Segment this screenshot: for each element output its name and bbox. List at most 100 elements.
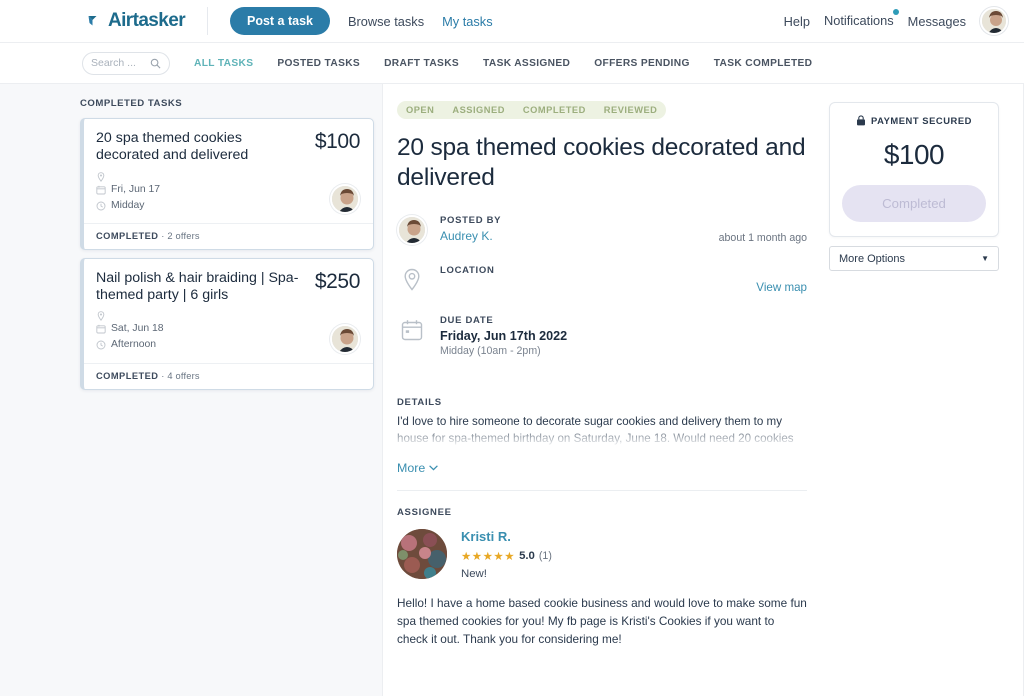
avatar-image [332,185,358,212]
task-detail-column: OPEN ASSIGNED COMPLETED REVIEWED 20 spa … [382,84,1024,696]
payment-secured-row: PAYMENT SECURED [842,115,986,126]
assignee-avatar[interactable] [397,529,447,580]
more-details-toggle[interactable]: More [397,461,439,476]
airtasker-logo-icon [88,16,97,26]
nav-browse-tasks[interactable]: Browse tasks [348,14,424,29]
poster-avatar [397,215,427,246]
task-card-status: COMPLETED [96,230,159,241]
post-a-task-button[interactable]: Post a task [229,7,330,35]
nav-my-tasks[interactable]: My tasks [442,14,492,29]
page-title: 20 spa themed cookies decorated and deli… [397,134,806,192]
assignee-new-badge: New! [461,568,487,581]
page-body: COMPLETED TASKS 20 spa themed cookies de… [0,84,1024,696]
logo-text: Airtasker [108,10,186,31]
tab-posted-tasks[interactable]: POSTED TASKS [277,58,360,69]
location-pin-icon [97,171,105,182]
task-card-price: $250 [314,269,361,293]
avatar-image [399,217,425,244]
details-section: DETAILS I'd love to hire someone to deco… [397,397,807,492]
assignee-main: Kristi R. ★★★★★ 5.0 (1) New! [461,529,807,580]
nav-notifications-label: Notifications [823,13,894,28]
task-list-item[interactable]: 20 spa themed cookies decorated and deli… [80,118,374,250]
nav-help[interactable]: Help [784,14,810,29]
due-date-value: Friday, Jun 17th 2022 [440,329,568,344]
more-options-select[interactable]: More Options ▼ [829,246,999,271]
due-date-main: DUE DATE Friday, Jun 17th 2022 Midday (1… [440,315,807,357]
details-text: I'd love to hire someone to decorate sug… [397,415,794,450]
task-progress-tracker: OPEN ASSIGNED COMPLETED REVIEWED [397,101,667,119]
payment-column: PAYMENT SECURED $100 Completed More Opti… [829,98,999,696]
header-right-group: Help Notifications Messages [784,7,1008,35]
due-date-row: DUE DATE Friday, Jun 17th 2022 Midday (1… [397,315,807,357]
chevron-down-icon: ▼ [981,254,989,263]
task-card-date-row: Fri, Jun 17 [96,182,309,198]
search-input[interactable]: Search ... [82,51,170,75]
task-filter-tabbar: Search ... ALL TASKS POSTED TASKS DRAFT … [0,43,1024,84]
task-card-time-row: Midday [96,198,309,214]
top-header: Airtasker Post a task Browse tasks My ta… [0,0,1024,43]
assignee-row: Kristi R. ★★★★★ 5.0 (1) New! [397,529,807,580]
location-icon-wrap [397,265,427,295]
task-card-main: 20 spa themed cookies decorated and deli… [96,130,309,214]
due-date-time: Midday (10am - 2pm) [440,345,541,358]
tab-task-completed[interactable]: TASK COMPLETED [714,58,813,69]
avatar-image [332,325,358,352]
task-card-avatar [330,183,360,214]
user-avatar[interactable] [980,7,1008,35]
location-main: LOCATION [440,265,756,279]
due-date-label: DUE DATE [440,315,494,327]
task-card-footer: COMPLETED · 2 offers [84,222,373,249]
more-details-label: More [397,461,426,476]
nav-notifications[interactable]: Notifications [823,9,899,30]
completed-button[interactable]: Completed [842,185,986,222]
clock-icon [96,340,106,350]
task-card-time-row: Afternoon [96,337,309,353]
location-row: LOCATION View map [397,265,807,295]
star-rating-icon: ★★★★★ [461,551,516,564]
tab-all-tasks[interactable]: ALL TASKS [194,58,253,69]
assignee-name-link[interactable]: Kristi R. [461,529,807,544]
tab-list: ALL TASKS POSTED TASKS DRAFT TASKS TASK … [194,58,812,69]
task-card-date: Sat, Jun 18 [111,323,164,335]
tab-task-assigned[interactable]: TASK ASSIGNED [483,58,570,69]
task-card-right: $100 [309,130,360,214]
poster-name-link[interactable]: Audrey K. [440,229,719,243]
task-card-main: Nail polish & hair braiding | Spa-themed… [96,270,309,354]
tab-offers-pending[interactable]: OFFERS PENDING [594,58,689,69]
search-placeholder: Search ... [91,57,136,69]
task-list-column: COMPLETED TASKS 20 spa themed cookies de… [0,84,382,696]
tab-draft-tasks[interactable]: DRAFT TASKS [384,58,459,69]
payment-card: PAYMENT SECURED $100 Completed [829,102,999,237]
progress-step-reviewed: REVIEWED [603,105,658,115]
nav-messages[interactable]: Messages [908,14,966,29]
task-list-item[interactable]: Nail polish & hair braiding | Spa-themed… [80,257,374,390]
location-pin-icon [97,311,105,322]
more-options-label: More Options [839,252,906,265]
calendar-icon [401,320,423,341]
task-card-title: Nail polish & hair braiding | Spa-themed… [96,269,299,303]
lock-icon [857,115,865,126]
assignee-rating-value: 5.0 [519,550,535,563]
search-icon [150,58,161,68]
task-card-title: 20 spa themed cookies decorated and deli… [96,130,249,163]
details-text-wrap: I'd love to hire someone to decorate sug… [397,414,807,451]
task-card-avatar [330,323,360,354]
location-pin-icon [404,269,420,291]
logo[interactable]: Airtasker [88,7,208,35]
calendar-icon [96,325,106,334]
location-label: LOCATION [440,265,495,277]
assignee-label: ASSIGNEE [397,507,452,519]
payment-amount: $100 [883,139,945,170]
task-card-status: COMPLETED [96,370,159,381]
task-card-body: 20 spa themed cookies decorated and deli… [84,119,373,223]
task-card-offers: 2 offers [167,230,200,241]
avatar-image [982,9,1006,33]
assignee-offer-message: Hello! I have a home based cookie busine… [397,596,807,646]
view-map-link[interactable]: View map [756,281,807,295]
assignee-rating-row: ★★★★★ 5.0 (1) [461,549,807,563]
task-card-offers: 4 offers [167,370,200,381]
clock-icon [96,201,106,211]
chevron-down-icon [429,465,439,471]
payment-secured-label: PAYMENT SECURED [871,115,972,126]
posted-by-label: POSTED BY [440,215,502,227]
